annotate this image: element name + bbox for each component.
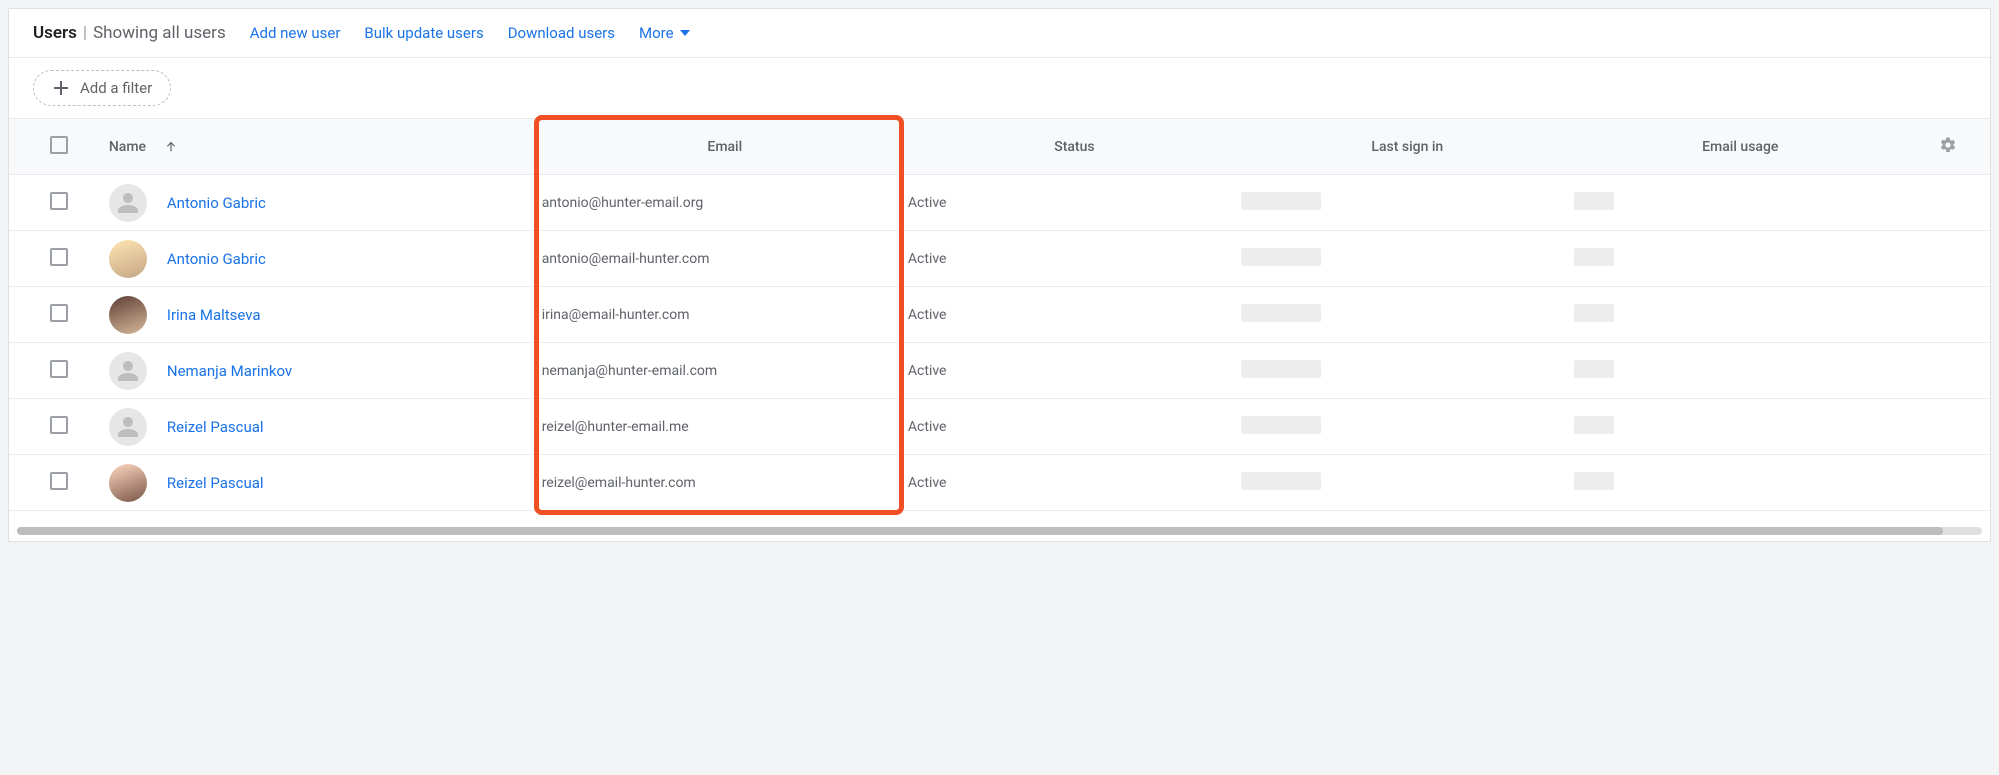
filter-bar: Add a filter [9, 58, 1990, 118]
avatar [109, 352, 147, 390]
row-checkbox[interactable] [50, 248, 68, 266]
user-email: antonio@hunter-email.org [542, 195, 704, 211]
user-status: Active [908, 195, 947, 211]
col-name-label[interactable]: Name [109, 139, 146, 155]
col-signin-label[interactable]: Last sign in [1371, 139, 1443, 155]
row-checkbox[interactable] [50, 360, 68, 378]
table-row[interactable]: Antonio Gabric antonio@hunter-email.org Ac… [9, 175, 1990, 231]
redacted-value [1241, 472, 1321, 490]
breadcrumb-separator: | [83, 23, 87, 43]
redacted-value [1241, 416, 1321, 434]
gear-icon[interactable] [1939, 142, 1957, 158]
user-name-link[interactable]: Antonio Gabric [167, 194, 266, 212]
user-email: reizel@email-hunter.com [542, 475, 696, 491]
table-header-row: Name Email Status Last sign in Email usa… [9, 119, 1990, 175]
col-usage-label[interactable]: Email usage [1702, 139, 1778, 155]
scrollbar-thumb[interactable] [17, 527, 1943, 535]
user-email: reizel@hunter-email.me [542, 419, 689, 435]
user-status: Active [908, 251, 947, 267]
table-row[interactable]: Nemanja Marinkov nemanja@hunter-email.com… [9, 343, 1990, 399]
redacted-value [1574, 192, 1614, 210]
page-title: Users [33, 23, 77, 43]
select-all-checkbox[interactable] [50, 136, 68, 154]
row-checkbox[interactable] [50, 416, 68, 434]
more-label: More [639, 24, 674, 42]
redacted-value [1574, 472, 1614, 490]
user-name-link[interactable]: Reizel Pascual [167, 474, 264, 492]
add-user-link[interactable]: Add new user [250, 24, 341, 42]
avatar [109, 240, 147, 278]
user-email: irina@email-hunter.com [542, 307, 690, 323]
user-email: nemanja@hunter-email.com [542, 363, 718, 379]
bulk-update-link[interactable]: Bulk update users [364, 24, 483, 42]
table-row[interactable]: Antonio Gabric antonio@email-hunter.com Ac… [9, 231, 1990, 287]
redacted-value [1574, 304, 1614, 322]
avatar [109, 184, 147, 222]
redacted-value [1574, 360, 1614, 378]
avatar [109, 408, 147, 446]
add-filter-label: Add a filter [80, 79, 152, 97]
avatar [109, 464, 147, 502]
user-name-link[interactable]: Antonio Gabric [167, 250, 266, 268]
plus-icon [52, 79, 70, 97]
toolbar: Users | Showing all users Add new user B… [9, 9, 1990, 58]
add-filter-button[interactable]: Add a filter [33, 70, 171, 106]
redacted-value [1241, 248, 1321, 266]
user-email: antonio@email-hunter.com [542, 251, 710, 267]
chevron-down-icon [680, 30, 690, 36]
user-name-link[interactable]: Reizel Pascual [167, 418, 264, 436]
user-status: Active [908, 475, 947, 491]
user-status: Active [908, 363, 947, 379]
row-checkbox[interactable] [50, 472, 68, 490]
col-email-label[interactable]: Email [707, 139, 742, 155]
more-dropdown[interactable]: More [639, 24, 690, 42]
page-subtitle: Showing all users [93, 23, 226, 43]
redacted-value [1241, 192, 1321, 210]
user-name-link[interactable]: Irina Maltseva [167, 306, 261, 324]
users-table: Name Email Status Last sign in Email usa… [9, 118, 1990, 511]
row-checkbox[interactable] [50, 192, 68, 210]
table-row[interactable]: Irina Maltseva irina@email-hunter.com Acti… [9, 287, 1990, 343]
redacted-value [1241, 360, 1321, 378]
col-status-label[interactable]: Status [1054, 139, 1094, 155]
table-row[interactable]: Reizel Pascual reizel@hunter-email.me Acti… [9, 399, 1990, 455]
table-row[interactable]: Reizel Pascual reizel@email-hunter.com Act… [9, 455, 1990, 511]
horizontal-scrollbar[interactable] [17, 527, 1982, 535]
redacted-value [1574, 248, 1614, 266]
download-users-link[interactable]: Download users [508, 24, 615, 42]
row-checkbox[interactable] [50, 304, 68, 322]
breadcrumb: Users | Showing all users [33, 23, 226, 43]
user-status: Active [908, 419, 947, 435]
avatar [109, 296, 147, 334]
sort-ascending-icon[interactable] [164, 140, 178, 154]
user-status: Active [908, 307, 947, 323]
redacted-value [1241, 304, 1321, 322]
user-name-link[interactable]: Nemanja Marinkov [167, 362, 292, 380]
redacted-value [1574, 416, 1614, 434]
